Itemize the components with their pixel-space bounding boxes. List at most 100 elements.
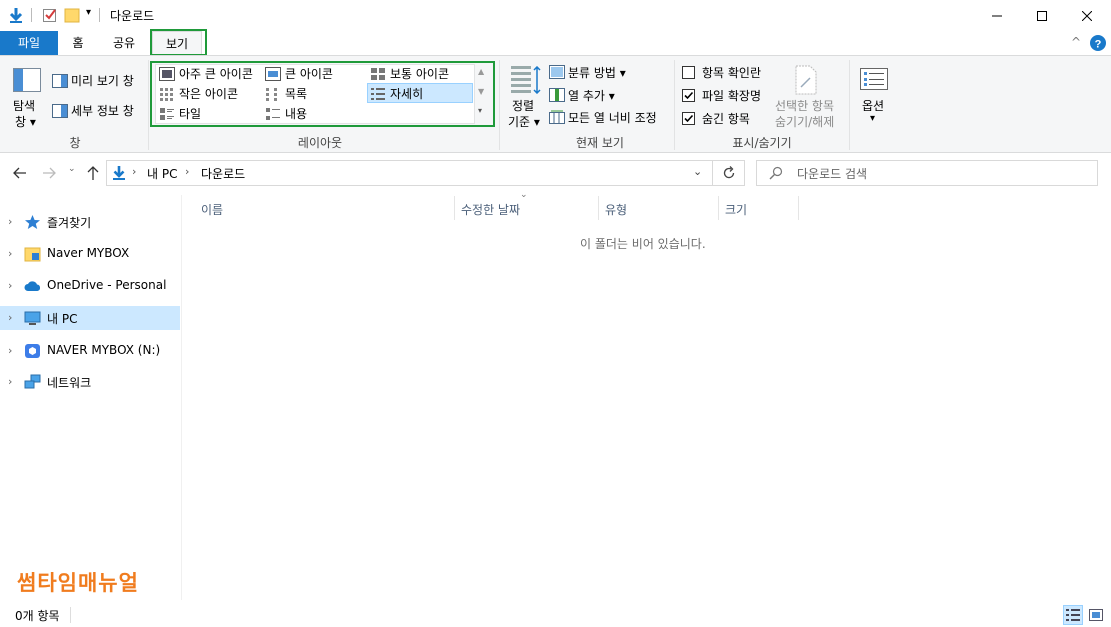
- hide-selected-label-2[interactable]: 숨기기/해제: [775, 113, 834, 130]
- search-placeholder: 다운로드 검색: [797, 167, 868, 181]
- size-columns-icon: [549, 110, 565, 124]
- column-header-type[interactable]: 유형: [599, 199, 627, 221]
- nav-label: 즐겨찾기: [47, 216, 92, 230]
- collapse-ribbon-icon[interactable]: ^: [1071, 35, 1081, 49]
- new-folder-icon[interactable]: [64, 7, 80, 23]
- search-box[interactable]: 다운로드 검색: [756, 160, 1098, 186]
- group-separator: [674, 60, 675, 150]
- recent-locations-icon[interactable]: ⌄: [68, 164, 76, 174]
- nav-item-quick-access[interactable]: › 즐겨찾기: [0, 210, 180, 234]
- sort-indicator-icon: ⌄: [520, 190, 528, 200]
- group-separator: [849, 60, 850, 150]
- add-columns-button[interactable]: 열 추가 ▾: [568, 87, 615, 104]
- layout-highlight-box: [150, 61, 495, 127]
- up-icon[interactable]: [86, 165, 100, 181]
- sort-by-label-2[interactable]: 기준 ▾: [508, 113, 540, 130]
- tab-home[interactable]: 홈: [58, 31, 98, 55]
- close-button[interactable]: [1064, 0, 1110, 31]
- svg-text:?: ?: [1095, 39, 1102, 51]
- nav-item-naver-mybox-drive[interactable]: › NAVER MYBOX (N:): [0, 339, 180, 363]
- breadcrumb-this-pc[interactable]: 내 PC: [147, 165, 177, 182]
- divider: [99, 8, 100, 22]
- details-view-button[interactable]: [1063, 605, 1083, 625]
- column-header-date-modified[interactable]: 수정한 날짜: [455, 199, 520, 221]
- item-checkboxes-checkbox[interactable]: [682, 66, 695, 79]
- chevron-right-icon[interactable]: ›: [8, 344, 16, 358]
- search-icon: [769, 166, 783, 180]
- hide-selected-icon: [795, 65, 817, 95]
- details-pane-button[interactable]: 세부 정보 창: [71, 102, 134, 119]
- large-icons-view-button[interactable]: [1086, 605, 1106, 625]
- ribbon: 탐색 창 ▾ 미리 보기 창 세부 정보 창 창 아주 큰 아이콘 큰 아이콘 …: [0, 55, 1111, 153]
- hide-selected-label[interactable]: 선택한 항목: [775, 97, 834, 114]
- checkmark-icon: [684, 114, 694, 123]
- minimize-button[interactable]: [974, 0, 1020, 31]
- refresh-icon: [723, 166, 735, 179]
- nav-label: 네트워크: [47, 376, 92, 390]
- divider: [31, 8, 32, 22]
- computer-icon: [24, 311, 41, 325]
- group-separator: [499, 60, 500, 150]
- highlight-box: [150, 29, 207, 56]
- hidden-items-label[interactable]: 숨긴 항목: [702, 110, 750, 127]
- column-separator[interactable]: [798, 196, 799, 220]
- address-bar[interactable]: › 내 PC › 다운로드 ⌄: [106, 160, 713, 186]
- chevron-right-icon[interactable]: ›: [8, 215, 16, 229]
- preview-pane-button[interactable]: 미리 보기 창: [71, 72, 134, 89]
- nav-item-this-pc[interactable]: › 내 PC: [0, 306, 180, 330]
- preview-pane-icon: [52, 74, 68, 88]
- checkmark-icon: [684, 91, 694, 100]
- customize-qat-icon[interactable]: ▾: [86, 7, 91, 18]
- options-button[interactable]: 옵션: [862, 97, 884, 114]
- star-icon: [25, 215, 40, 229]
- large-icons-view-icon: [1089, 609, 1103, 621]
- chevron-right-icon[interactable]: ›: [8, 247, 16, 261]
- pane-divider[interactable]: [181, 195, 182, 600]
- drive-icon: [25, 344, 40, 358]
- download-arrow-icon[interactable]: [8, 7, 24, 23]
- navigation-pane-label-2[interactable]: 창 ▾: [15, 113, 36, 130]
- sort-by-icon: [511, 66, 541, 94]
- status-divider: [70, 607, 71, 623]
- sort-by-label[interactable]: 정렬: [512, 97, 534, 114]
- nav-item-onedrive[interactable]: › OneDrive - Personal: [0, 274, 180, 298]
- column-header-size[interactable]: 크기: [719, 199, 747, 221]
- status-bar: 0개 항목: [0, 603, 1111, 627]
- file-extensions-checkbox[interactable]: [682, 89, 695, 102]
- breadcrumb-separator-icon: ›: [132, 165, 137, 178]
- tab-file[interactable]: 파일: [0, 31, 58, 55]
- group-by-button[interactable]: 분류 방법 ▾: [568, 64, 626, 81]
- nav-item-network[interactable]: › 네트워크: [0, 370, 180, 394]
- refresh-button[interactable]: [713, 160, 745, 186]
- navigation-pane: › 즐겨찾기 › Naver MYBOX › OneDrive - Person…: [0, 195, 182, 600]
- hidden-items-checkbox[interactable]: [682, 112, 695, 125]
- file-extensions-label[interactable]: 파일 확장명: [702, 87, 761, 104]
- maximize-button[interactable]: [1019, 0, 1065, 31]
- back-icon[interactable]: [12, 166, 28, 180]
- details-pane-icon: [52, 104, 68, 118]
- nav-label: NAVER MYBOX (N:): [47, 343, 161, 357]
- chevron-right-icon[interactable]: ›: [8, 279, 16, 293]
- help-icon[interactable]: ?: [1090, 35, 1106, 51]
- size-all-columns-button[interactable]: 모든 열 너비 조정: [568, 109, 657, 126]
- nav-item-naver-mybox[interactable]: › Naver MYBOX: [0, 242, 180, 266]
- properties-icon[interactable]: [42, 7, 58, 23]
- add-columns-icon: [549, 88, 565, 102]
- cloud-icon: [24, 281, 41, 291]
- options-dropdown-icon[interactable]: ▾: [870, 113, 875, 124]
- item-checkboxes-label[interactable]: 항목 확인란: [702, 64, 761, 81]
- options-icon: [860, 68, 888, 90]
- navigation-pane-label[interactable]: 탐색: [13, 97, 35, 114]
- chevron-right-icon[interactable]: ›: [8, 375, 16, 389]
- forward-icon[interactable]: [41, 166, 57, 180]
- network-icon: [24, 374, 41, 389]
- nav-label: OneDrive - Personal: [47, 278, 167, 292]
- address-dropdown-icon[interactable]: ⌄: [693, 165, 702, 178]
- chevron-right-icon[interactable]: ›: [8, 311, 16, 325]
- breadcrumb-downloads[interactable]: 다운로드: [201, 165, 245, 182]
- tab-share[interactable]: 공유: [100, 31, 148, 55]
- close-icon: [1082, 10, 1092, 21]
- breadcrumb-separator-icon: ›: [185, 165, 190, 178]
- group-separator: [148, 60, 149, 150]
- column-header-name[interactable]: 이름: [195, 199, 223, 221]
